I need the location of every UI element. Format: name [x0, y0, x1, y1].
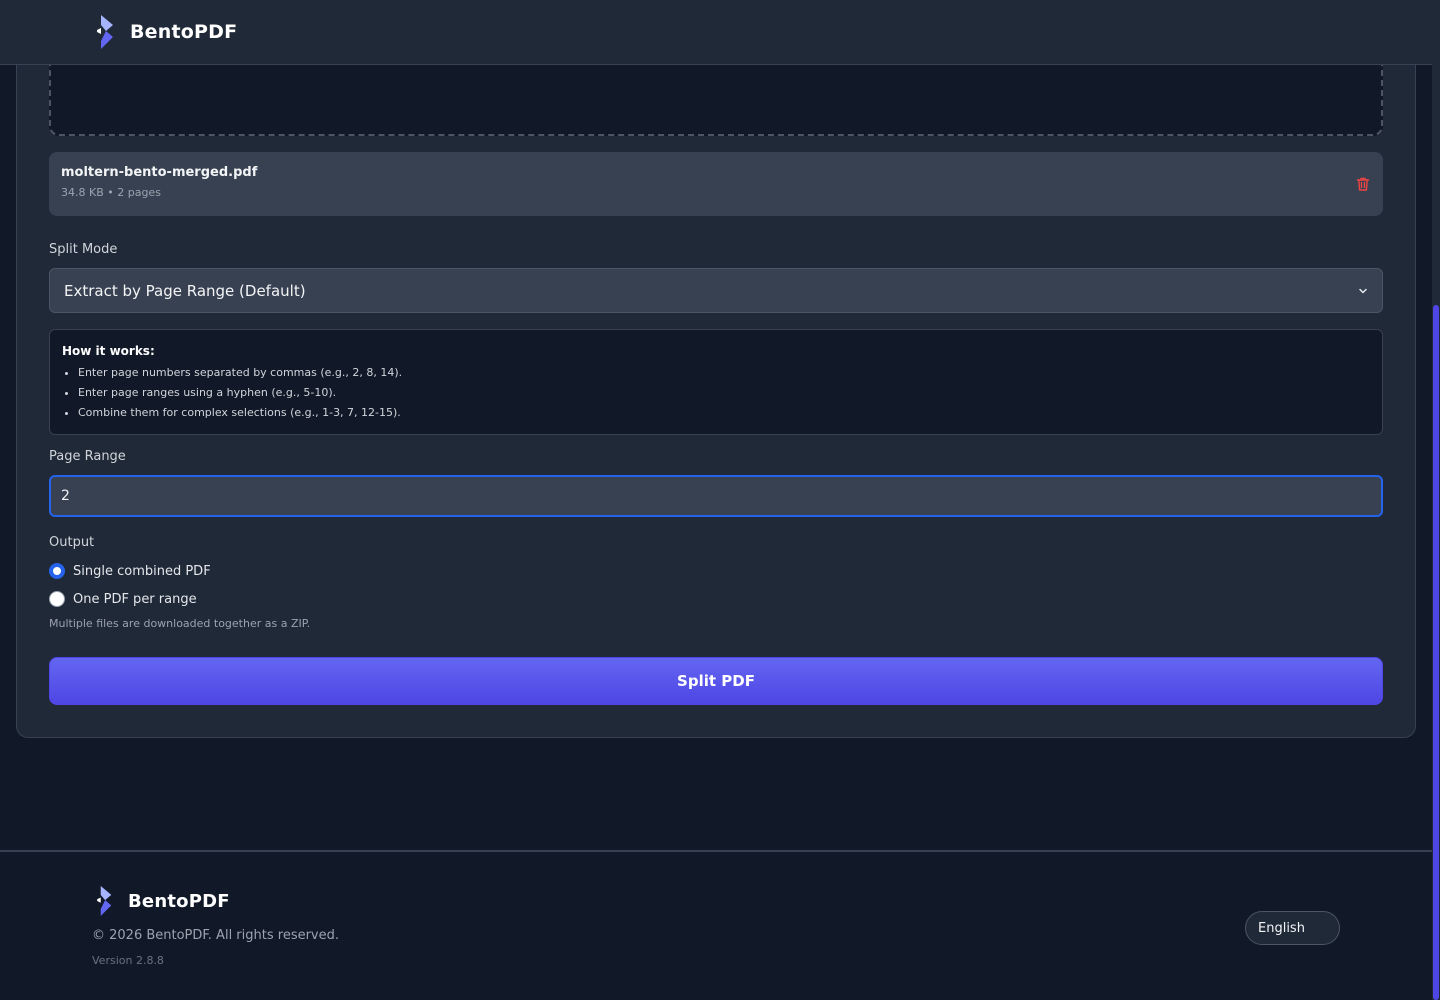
copyright-text: © 2026 BentoPDF. All rights reserved. — [92, 928, 340, 943]
page-range-label: Page Range — [49, 449, 126, 464]
list-item: Enter page ranges using a hyphen (e.g., … — [78, 383, 1370, 403]
footer-brand[interactable]: BentoPDF — [96, 886, 230, 916]
output-label: Output — [49, 535, 95, 550]
footer-brand-name: BentoPDF — [128, 890, 230, 912]
brand[interactable]: BentoPDF — [96, 15, 237, 49]
split-mode-label: Split Mode — [49, 242, 118, 257]
brand-name: BentoPDF — [130, 21, 238, 43]
footer: BentoPDF © 2026 BentoPDF. All rights res… — [0, 850, 1432, 1000]
remove-file-button[interactable] — [1355, 176, 1371, 192]
how-it-works-box: How it works: Enter page numbers separat… — [49, 329, 1383, 435]
split-pdf-button[interactable]: Split PDF — [49, 657, 1383, 705]
trash-icon — [1356, 177, 1370, 191]
output-hint: Multiple files are downloaded together a… — [49, 617, 311, 630]
how-it-works-title: How it works: — [62, 344, 155, 358]
file-meta: 34.8 KB • 2 pages — [61, 186, 161, 199]
scrollbar-thumb[interactable] — [1433, 305, 1439, 1000]
list-item: Enter page numbers separated by commas (… — [78, 363, 1370, 383]
output-option-per-range[interactable]: One PDF per range — [49, 591, 197, 607]
how-it-works-list: Enter page numbers separated by commas (… — [62, 363, 1370, 423]
output-option-single[interactable]: Single combined PDF — [49, 563, 211, 579]
bento-logo-icon — [97, 15, 113, 49]
language-selector[interactable]: English — [1245, 911, 1340, 945]
file-list-item: moltern-bento-merged.pdf 34.8 KB • 2 pag… — [49, 152, 1383, 216]
file-name: moltern-bento-merged.pdf — [61, 165, 258, 180]
radio-label: Single combined PDF — [73, 563, 211, 579]
radio-one-per-range[interactable] — [49, 591, 65, 607]
chevron-down-icon — [1359, 288, 1367, 293]
radio-label: One PDF per range — [73, 591, 197, 607]
split-mode-value: Extract by Page Range (Default) — [64, 281, 306, 300]
top-navbar: BentoPDF — [0, 0, 1432, 65]
list-item: Combine them for complex selections (e.g… — [78, 403, 1370, 423]
radio-single-combined[interactable] — [49, 563, 65, 579]
bento-logo-icon — [97, 886, 112, 916]
split-mode-select[interactable]: Extract by Page Range (Default) — [49, 268, 1383, 313]
version-text: Version 2.8.8 — [92, 954, 164, 967]
page-range-input[interactable] — [49, 475, 1383, 517]
